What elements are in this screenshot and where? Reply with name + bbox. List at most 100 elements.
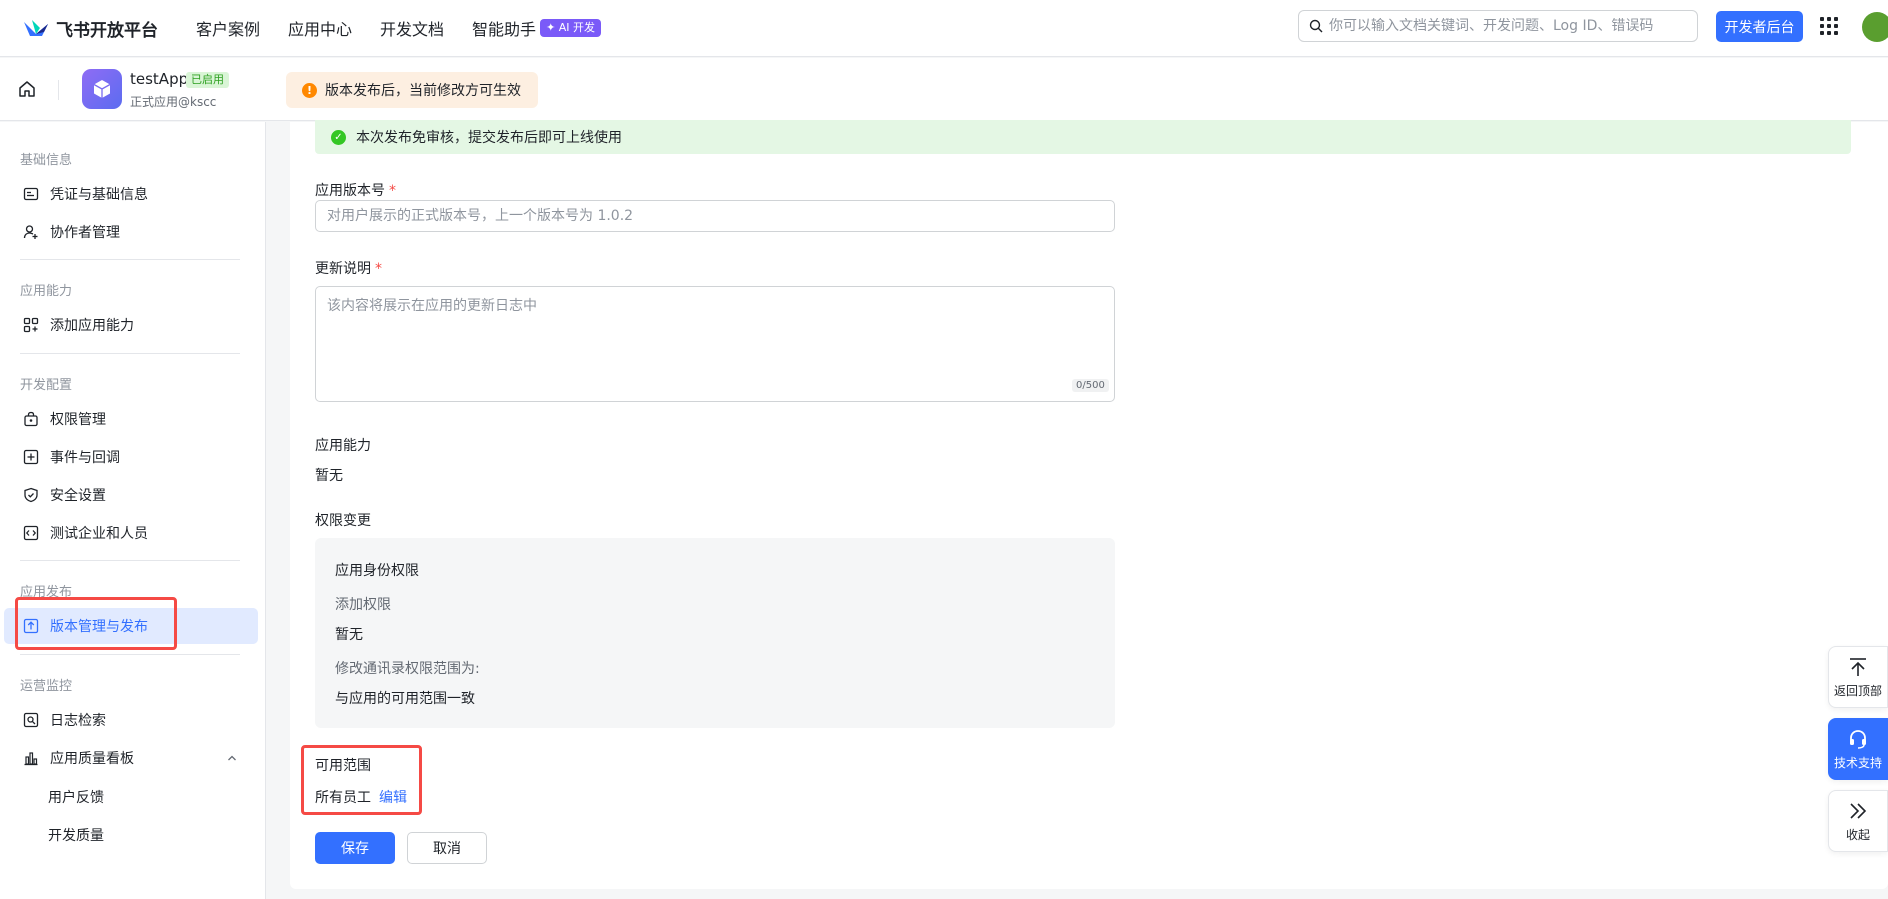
status-badge: 已启用 [186, 72, 229, 88]
perm-change-box: 应用身份权限 添加权限 暂无 修改通讯录权限范围为: 与应用的可用范围一致 [315, 538, 1115, 728]
sidebar-item-quality-board[interactable]: 应用质量看板 [4, 740, 258, 776]
sidebar-divider [20, 259, 240, 260]
logo[interactable]: 飞书开放平台 [22, 16, 158, 41]
log-search-icon [22, 711, 40, 729]
id-card-icon [22, 185, 40, 203]
scope-value: 所有员工 [315, 790, 371, 806]
headset-icon [1850, 729, 1866, 749]
tech-support-button[interactable]: 技术支持 [1828, 718, 1888, 780]
sidebar-item-log-search[interactable]: 日志检索 [4, 702, 258, 738]
perm-box-title: 应用身份权限 [335, 563, 419, 579]
sidebar-item-label: 凭证与基础信息 [50, 187, 148, 203]
capability-value: 暂无 [315, 468, 343, 484]
avatar[interactable] [1862, 12, 1888, 42]
required-mark: * [375, 261, 382, 277]
sidebar-divider [20, 353, 240, 354]
sidebar-item-permissions[interactable]: 权限管理 [4, 401, 258, 437]
perm-contact-value: 与应用的可用范围一致 [335, 691, 475, 707]
sidebar-group-monitor: 运营监控 [20, 679, 73, 694]
perm-add-label: 添加权限 [335, 597, 391, 613]
arrow-up-icon [1850, 657, 1866, 676]
sidebar-item-label: 日志检索 [50, 713, 106, 729]
header-divider [58, 80, 59, 100]
logo-text: 飞书开放平台 [56, 20, 158, 41]
sidebar-item-collaborators[interactable]: 协作者管理 [4, 214, 258, 250]
double-chevron-right-icon [1850, 802, 1867, 819]
main-card [290, 122, 1888, 889]
sidebar-item-label: 事件与回调 [50, 450, 120, 466]
app-icon [82, 69, 122, 109]
scope-label: 可用范围 [315, 758, 371, 774]
bar-chart-icon [22, 749, 40, 767]
notes-textarea[interactable] [315, 286, 1115, 402]
back-to-top-label: 返回顶部 [1833, 683, 1882, 698]
sidebar-item-security[interactable]: 安全设置 [4, 477, 258, 513]
event-icon [22, 448, 40, 466]
nav-dev-docs[interactable]: 开发文档 [380, 16, 444, 40]
app-name: testApp [130, 70, 189, 88]
sidebar-item-label: 协作者管理 [50, 225, 120, 241]
developer-console-button[interactable]: 开发者后台 [1716, 11, 1803, 42]
sidebar: 基础信息 凭证与基础信息 协作者管理 应用能力 添加应用能力 开发配置 权限管理… [0, 122, 266, 899]
top-navbar: 飞书开放平台 客户案例 应用中心 开发文档 智能助手 ✦ AI 开发 开发者后台 [0, 0, 1888, 57]
scope-value-row: 所有员工 编辑 [315, 787, 407, 807]
sidebar-subitem-dev-quality[interactable]: 开发质量 [48, 825, 104, 845]
sidebar-item-add-capability[interactable]: 添加应用能力 [4, 307, 258, 343]
app-launcher-icon[interactable] [1820, 17, 1838, 35]
search-input[interactable] [1329, 18, 1689, 34]
sidebar-item-label: 测试企业和人员 [50, 526, 148, 542]
version-input[interactable] [315, 200, 1115, 232]
sidebar-item-events[interactable]: 事件与回调 [4, 439, 258, 475]
ai-badge: ✦ AI 开发 [540, 19, 602, 37]
notes-label-text: 更新说明 [315, 261, 371, 277]
sidebar-group-capabilities: 应用能力 [20, 284, 73, 299]
notes-label: 更新说明 * [315, 258, 382, 278]
sidebar-item-label: 添加应用能力 [50, 318, 134, 334]
home-icon[interactable] [17, 79, 37, 99]
tech-support-label: 技术支持 [1833, 755, 1882, 770]
check-circle-icon: ✓ [331, 129, 346, 145]
user-plus-icon [22, 223, 40, 241]
scope-edit-link[interactable]: 编辑 [379, 790, 407, 806]
app-subtitle: 正式应用@kscc [130, 95, 217, 109]
test-icon [22, 524, 40, 542]
cube-icon [93, 80, 111, 98]
sidebar-group-publish: 应用发布 [20, 585, 73, 600]
sidebar-divider [20, 654, 240, 655]
cancel-button[interactable]: 取消 [407, 832, 487, 864]
search-box[interactable] [1298, 10, 1698, 42]
chevron-up-icon[interactable] [226, 752, 238, 764]
version-label: 应用版本号 * [315, 180, 396, 200]
nav-customer-cases[interactable]: 客户案例 [196, 16, 260, 40]
sidebar-item-version-release[interactable]: 版本管理与发布 [4, 608, 258, 644]
sidebar-subitem-feedback[interactable]: 用户反馈 [48, 787, 104, 807]
nav-app-center[interactable]: 应用中心 [288, 16, 352, 40]
required-mark: * [389, 183, 396, 199]
back-to-top-button[interactable]: 返回顶部 [1828, 646, 1888, 708]
sidebar-item-test-users[interactable]: 测试企业和人员 [4, 515, 258, 551]
collapse-button[interactable]: 收起 [1828, 790, 1888, 852]
sidebar-group-dev-config: 开发配置 [20, 378, 73, 393]
nav-ai-assistant[interactable]: 智能助手 ✦ AI 开发 [472, 16, 602, 40]
publish-notice-text: 版本发布后，当前修改方可生效 [325, 83, 521, 99]
save-button[interactable]: 保存 [315, 832, 395, 864]
collapse-label: 收起 [1845, 827, 1870, 842]
sidebar-divider [20, 560, 240, 561]
sidebar-item-label: 安全设置 [50, 488, 106, 504]
char-counter: 0/500 [1072, 379, 1109, 392]
sidebar-item-label: 权限管理 [50, 412, 106, 428]
version-label-text: 应用版本号 [315, 183, 385, 199]
upload-icon [22, 617, 40, 635]
nav-ai-assistant-label: 智能助手 [472, 20, 537, 39]
apps-grid-icon [22, 316, 40, 334]
main-nav: 客户案例 应用中心 开发文档 智能助手 ✦ AI 开发 [196, 16, 629, 40]
success-alert: ✓ 本次发布免审核，提交发布后即可上线使用 [315, 120, 1851, 154]
sidebar-item-label: 版本管理与发布 [50, 619, 148, 635]
sidebar-item-label: 应用质量看板 [50, 751, 134, 767]
success-alert-text: 本次发布免审核，提交发布后即可上线使用 [356, 130, 622, 146]
shield-icon [22, 486, 40, 504]
sidebar-item-credentials[interactable]: 凭证与基础信息 [4, 176, 258, 212]
app-header: testApp 已启用 正式应用@kscc ! 版本发布后，当前修改方可生效 [0, 58, 1888, 121]
search-icon [1309, 19, 1323, 33]
lock-icon [22, 410, 40, 428]
